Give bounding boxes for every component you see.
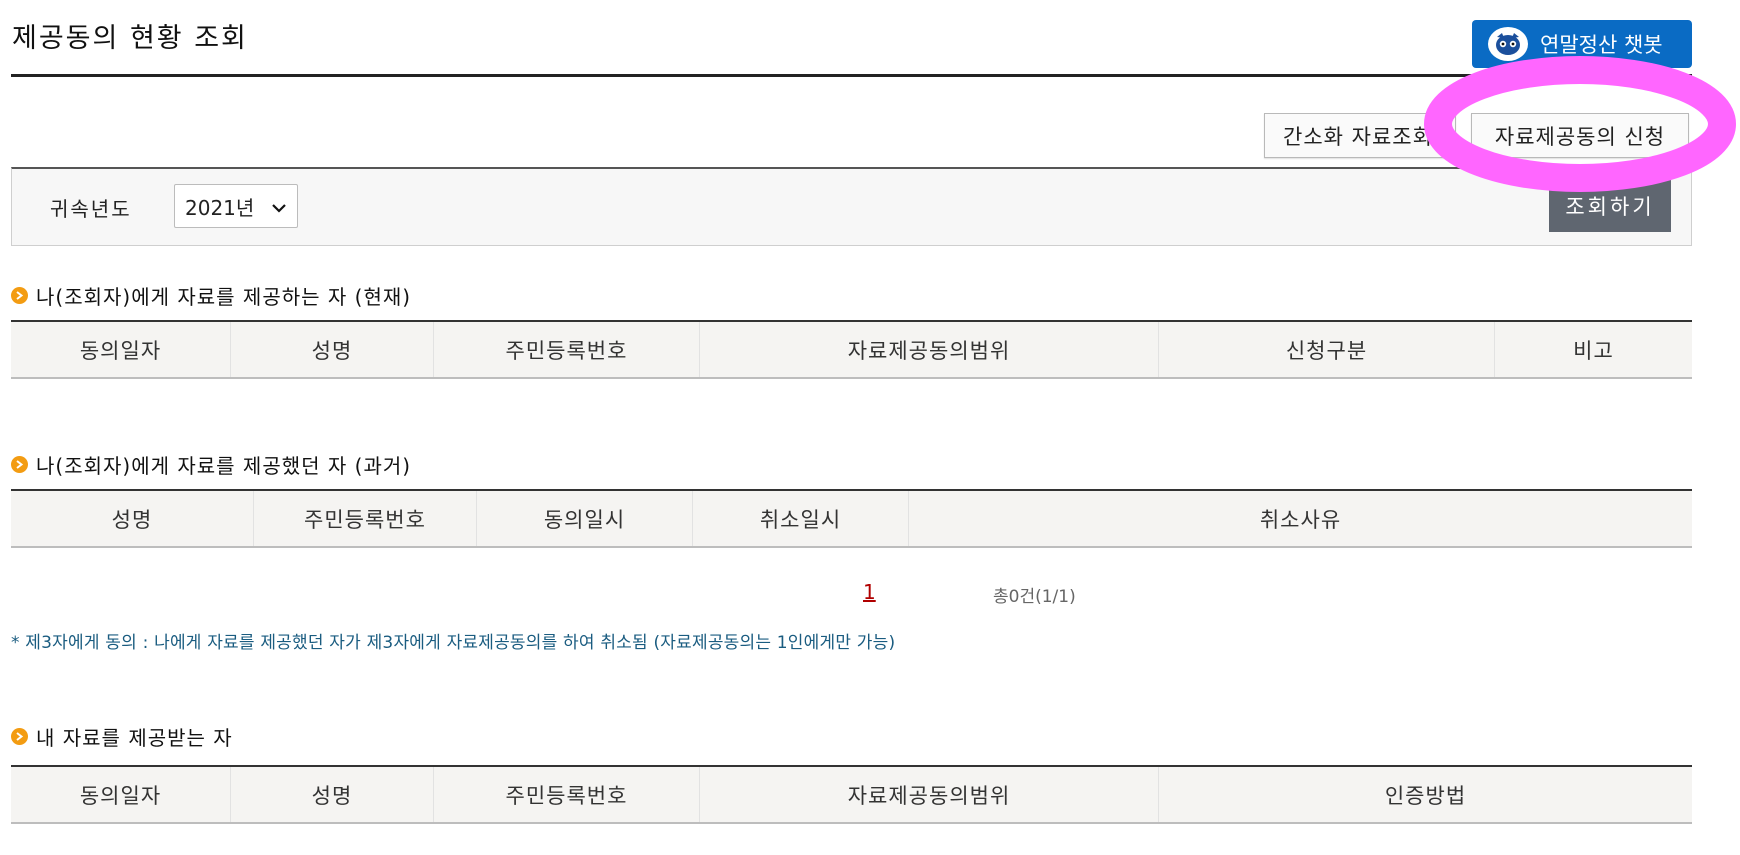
column-header: 성명 bbox=[231, 322, 434, 377]
year-select[interactable]: 2021년 bbox=[174, 184, 298, 228]
section-title-recipients-text: 내 자료를 제공받는 자 bbox=[36, 726, 233, 750]
year-label: 귀속년도 bbox=[50, 197, 132, 221]
year-select-value: 2021년 bbox=[185, 195, 255, 220]
chevron-down-icon bbox=[271, 197, 287, 221]
column-header: 주민등록번호 bbox=[254, 491, 477, 546]
current-providers-table-header: 동의일자 성명 주민등록번호 자료제공동의범위 신청구분 비고 bbox=[11, 320, 1692, 379]
bullet-arrow-icon bbox=[11, 728, 28, 745]
cancellation-note: * 제3자에게 동의 : 나에게 자료를 제공했던 자가 제3자에게 자료제공동… bbox=[11, 633, 896, 653]
column-header: 취소사유 bbox=[1259, 507, 1342, 532]
bullet-arrow-icon bbox=[11, 456, 28, 473]
search-button[interactable]: 조회하기 bbox=[1549, 180, 1671, 232]
column-header: 성명 bbox=[231, 767, 434, 822]
past-providers-table-header: 성명 주민등록번호 동의일시 취소일시 취소사유 bbox=[11, 489, 1692, 548]
column-header: 성명 bbox=[11, 491, 254, 546]
section-title-past: 나(조회자)에게 자료를 제공했던 자 (과거) bbox=[11, 450, 411, 479]
column-header: 인증방법 bbox=[1384, 783, 1467, 808]
section-title-recipients: 내 자료를 제공받는 자 bbox=[11, 722, 233, 751]
column-header: 자료제공동의범위 bbox=[700, 767, 1159, 822]
column-header: 주민등록번호 bbox=[434, 322, 700, 377]
search-button-label: 조회하기 bbox=[1565, 195, 1655, 219]
pagination-page-link[interactable]: 1 bbox=[863, 580, 876, 604]
title-divider bbox=[11, 74, 1692, 77]
recipients-table-header: 동의일자 성명 주민등록번호 자료제공동의범위 인증방법 bbox=[11, 765, 1692, 824]
simplified-data-label: 간소화 자료조회 bbox=[1283, 124, 1433, 149]
simplified-data-button[interactable]: 간소화 자료조회 bbox=[1264, 113, 1456, 158]
column-header: 주민등록번호 bbox=[434, 767, 700, 822]
column-header: 동의일자 bbox=[11, 322, 231, 377]
column-header: 자료제공동의범위 bbox=[700, 322, 1159, 377]
search-panel: 귀속년도 2021년 조회하기 bbox=[11, 167, 1692, 246]
page-title: 제공동의 현황 조회 bbox=[12, 23, 248, 54]
consent-apply-label: 자료제공동의 신청 bbox=[1494, 124, 1666, 149]
column-header: 신청구분 bbox=[1159, 322, 1495, 377]
column-header: 동의일시 bbox=[477, 491, 693, 546]
column-header: 동의일자 bbox=[11, 767, 231, 822]
section-title-past-text: 나(조회자)에게 자료를 제공했던 자 (과거) bbox=[36, 454, 412, 478]
section-title-current: 나(조회자)에게 자료를 제공하는 자 (현재) bbox=[11, 281, 411, 310]
bullet-arrow-icon bbox=[11, 287, 28, 304]
chatbot-label: 연말정산 챗봇 bbox=[1540, 33, 1663, 57]
column-header: 비고 bbox=[1573, 338, 1614, 363]
chatbot-icon bbox=[1488, 27, 1528, 61]
chatbot-button[interactable]: 연말정산 챗봇 bbox=[1472, 20, 1692, 68]
column-header: 취소일시 bbox=[693, 491, 909, 546]
section-title-current-text: 나(조회자)에게 자료를 제공하는 자 (현재) bbox=[36, 285, 412, 309]
total-count: 총0건(1/1) bbox=[993, 587, 1076, 607]
consent-apply-button[interactable]: 자료제공동의 신청 bbox=[1471, 113, 1689, 158]
